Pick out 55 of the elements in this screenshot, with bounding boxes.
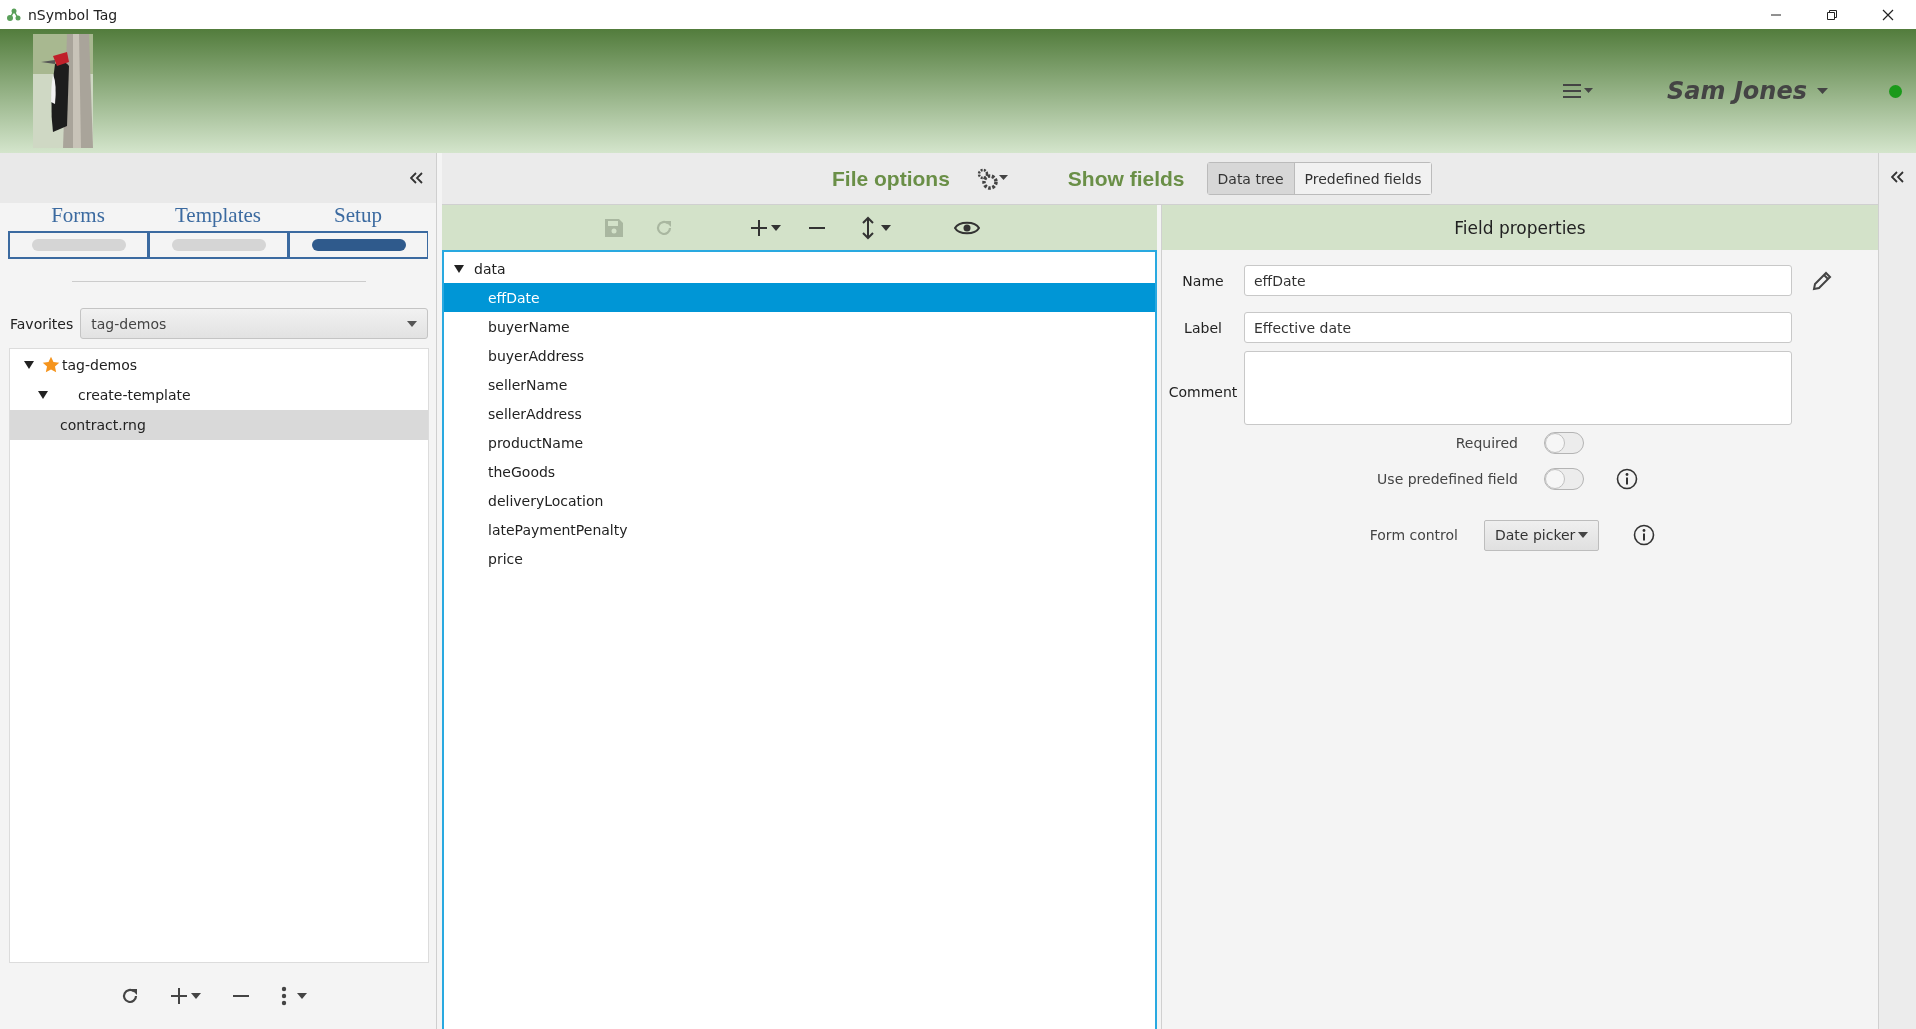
caret-icon[interactable]: [1578, 532, 1588, 538]
name-field[interactable]: effDate: [1244, 265, 1792, 296]
toggle-label: Required: [1454, 435, 1518, 451]
tree-item[interactable]: deliveryLocation: [444, 486, 1155, 515]
expanded-arrow-icon[interactable]: [24, 360, 34, 370]
tree-item[interactable]: buyerAddress: [444, 341, 1155, 370]
view-toggle-button[interactable]: Data tree: [1207, 163, 1294, 194]
tree-item[interactable]: productName: [444, 428, 1155, 457]
restore-icon[interactable]: [1826, 8, 1838, 21]
field-label: Comment: [1167, 384, 1239, 400]
tree-item[interactable]: sellerAddress: [444, 399, 1155, 428]
tree-item[interactable]: buyerName: [444, 312, 1155, 341]
tree-item[interactable]: tag-demos: [10, 350, 428, 380]
form-control-dropdown[interactable]: Date picker: [1484, 519, 1599, 551]
expanded-arrow-icon[interactable]: [454, 263, 464, 274]
panel-title: Field properties: [1454, 217, 1586, 238]
label-field[interactable]: Effective date: [1244, 312, 1792, 343]
show-fields-label: Show fields: [1067, 166, 1185, 191]
comment-field[interactable]: [1244, 351, 1792, 425]
favorites-label: Favorites: [10, 315, 74, 332]
collapse-icon[interactable]: [410, 172, 424, 184]
tree-item[interactable]: sellerName: [444, 370, 1155, 399]
info-icon[interactable]: [1633, 524, 1655, 546]
settings-icon[interactable]: [975, 167, 1008, 190]
window-title: nSymbol Tag: [28, 6, 118, 23]
app-logo-icon: [6, 6, 22, 23]
tree-item[interactable]: theGoods: [444, 457, 1155, 486]
move-up-down-icon[interactable]: [860, 215, 892, 240]
caret-icon[interactable]: [1817, 87, 1829, 95]
file-options-label: File options: [832, 166, 950, 191]
tree-item[interactable]: data: [444, 254, 1155, 283]
more-icon[interactable]: [280, 986, 310, 1006]
tree-item[interactable]: create-template: [10, 380, 428, 410]
toggle-label: Use predefined field: [1376, 471, 1518, 487]
collapse-icon[interactable]: [1890, 171, 1905, 183]
close-icon[interactable]: [1882, 8, 1894, 21]
field-label: Name: [1181, 272, 1225, 289]
form-control-label: Form control: [1368, 527, 1458, 543]
menu-button[interactable]: [1563, 82, 1596, 100]
view-toggle-button[interactable]: Predefined fields: [1293, 163, 1432, 194]
field-label: Label: [1183, 319, 1223, 336]
add-icon[interactable]: [170, 986, 202, 1006]
tree-item[interactable]: contract.rng: [10, 410, 428, 440]
favorites-dropdown[interactable]: tag-demos: [80, 308, 428, 339]
tree-item[interactable]: latePaymentPenalty: [444, 515, 1155, 544]
refresh-icon[interactable]: [120, 986, 140, 1006]
toggle-switch[interactable]: [1544, 432, 1584, 454]
add-icon[interactable]: [750, 217, 782, 238]
pencil-icon[interactable]: [1811, 269, 1833, 292]
tree-item[interactable]: price: [444, 544, 1155, 573]
expanded-arrow-icon[interactable]: [38, 390, 48, 400]
toggle-switch[interactable]: [1544, 468, 1584, 490]
caret-icon[interactable]: [407, 320, 417, 327]
info-icon[interactable]: [1616, 468, 1638, 490]
user-menu-button[interactable]: Sam Jones: [1667, 77, 1829, 105]
